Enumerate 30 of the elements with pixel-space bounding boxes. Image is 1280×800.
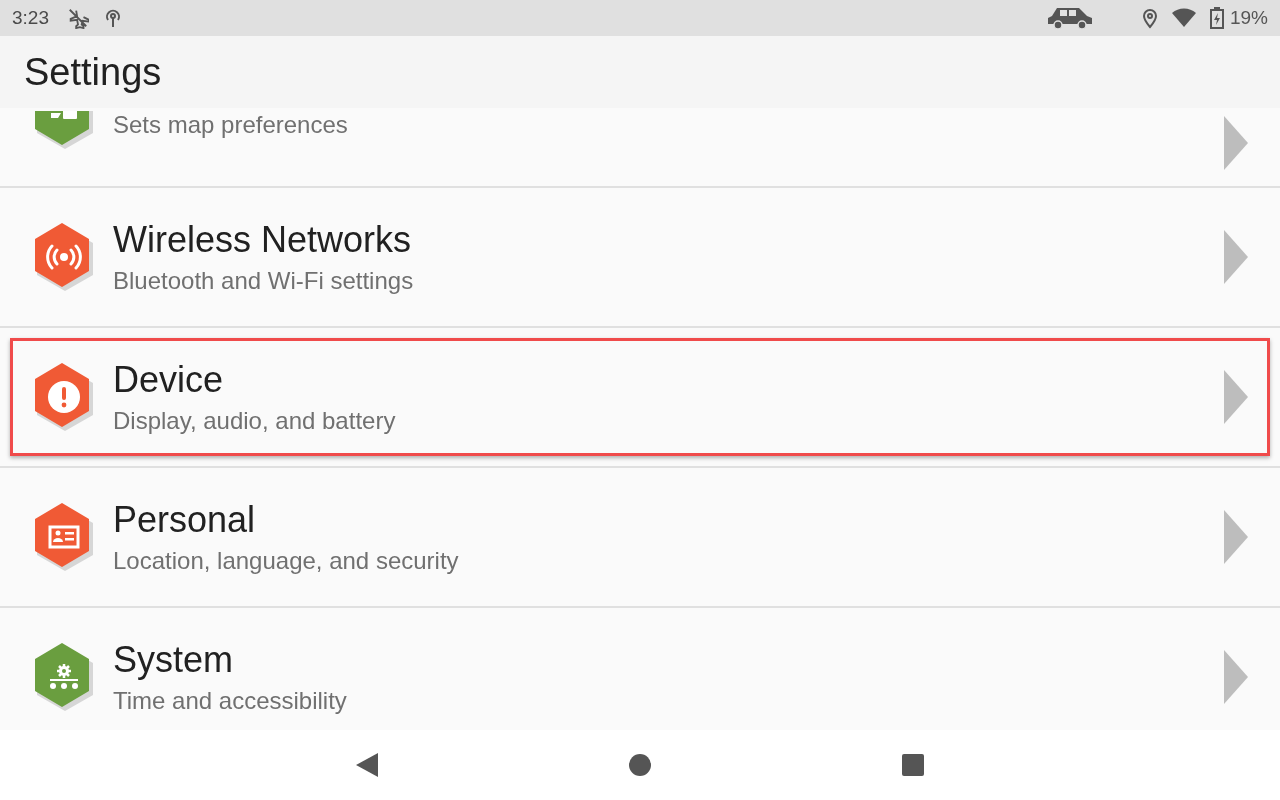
- item-title: System: [113, 639, 235, 681]
- wifi-icon: [1171, 8, 1196, 28]
- battery-charging-icon: [1209, 7, 1224, 29]
- item-subtitle: Location, language, and security: [113, 547, 460, 575]
- chevron-right-icon: [1223, 649, 1249, 705]
- settings-item[interactable]: Device Display, audio, and battery: [10, 338, 1270, 456]
- location-pin-icon: [1141, 7, 1158, 29]
- back-triangle-icon: [355, 753, 378, 777]
- chevron-right-icon: [1223, 115, 1249, 171]
- settings-item[interactable]: Sets map preferences: [10, 108, 1270, 178]
- item-title: Device: [113, 359, 225, 401]
- settings-item[interactable]: Personal Location, language, and security: [10, 478, 1270, 596]
- home-circle-icon: [629, 754, 651, 776]
- chevron-right-icon: [1223, 229, 1249, 285]
- page-title: Settings: [24, 50, 162, 94]
- item-subtitle: Bluetooth and Wi-Fi settings: [113, 267, 415, 295]
- item-subtitle: Display, audio, and battery: [113, 407, 397, 435]
- item-subtitle: Time and accessibility: [113, 687, 348, 715]
- chevron-right-icon: [1223, 369, 1249, 425]
- settings-item[interactable]: Wireless Networks Bluetooth and Wi-Fi settings: [10, 198, 1270, 316]
- battery-percent: 19%: [1229, 7, 1268, 29]
- clock-time: 3:23: [12, 7, 49, 29]
- car-icon: [1045, 6, 1094, 30]
- item-title: Wireless Networks: [113, 219, 413, 261]
- antenna-icon: [103, 7, 123, 29]
- settings-item[interactable]: System Time and accessibility: [10, 618, 1270, 730]
- item-title: Personal: [113, 499, 257, 541]
- chevron-right-icon: [1223, 509, 1249, 565]
- item-subtitle: Sets map preferences: [113, 111, 349, 139]
- recents-square-icon: [902, 754, 925, 776]
